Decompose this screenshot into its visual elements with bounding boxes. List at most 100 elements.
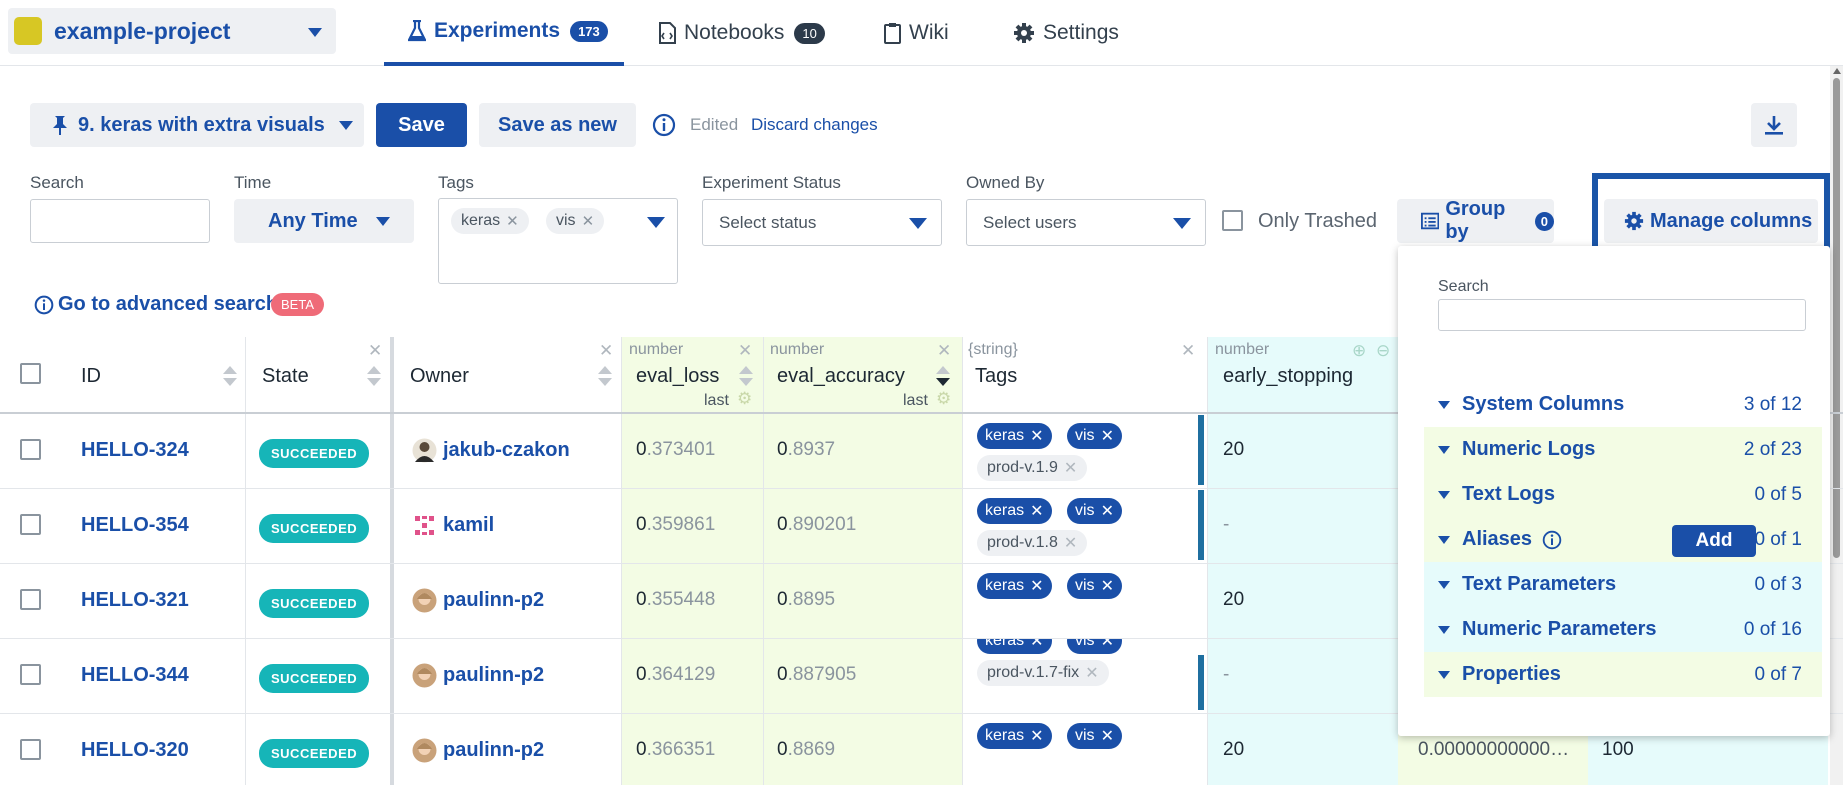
- sort-arrows-icon[interactable]: [738, 365, 754, 387]
- tab-wiki[interactable]: Wiki: [884, 0, 949, 66]
- remove-column-icon[interactable]: ✕: [937, 341, 951, 361]
- header-state[interactable]: State: [262, 365, 309, 388]
- tag-filter-chip[interactable]: vis ✕: [546, 208, 605, 234]
- column-group-properties[interactable]: Properties 0 of 7: [1424, 652, 1822, 697]
- tag-filter-chip[interactable]: keras ✕: [451, 208, 529, 234]
- header-eval-loss[interactable]: eval_loss: [636, 365, 719, 388]
- column-group-text-logs[interactable]: Text Logs 0 of 5: [1424, 472, 1822, 517]
- remove-column-icon[interactable]: ✕: [1181, 341, 1195, 361]
- owner-link[interactable]: kamil: [443, 514, 494, 537]
- row-checkbox[interactable]: [20, 514, 41, 535]
- sort-arrows-icon[interactable]: [366, 365, 382, 387]
- add-alias-button[interactable]: Add: [1672, 525, 1756, 557]
- info-icon[interactable]: [1542, 530, 1562, 550]
- column-group-system[interactable]: System Columns 3 of 12: [1424, 382, 1822, 427]
- remove-tag-icon[interactable]: ✕: [582, 212, 595, 230]
- header-id[interactable]: ID: [81, 365, 101, 388]
- row-checkbox[interactable]: [20, 439, 41, 460]
- owner-select[interactable]: Select users: [966, 199, 1206, 246]
- add-column-icon[interactable]: ⊕: [1352, 341, 1366, 361]
- header-early-stopping[interactable]: early_stopping: [1223, 365, 1353, 388]
- advanced-search-link[interactable]: Go to advanced search: [34, 293, 278, 316]
- scroll-up-arrow-icon[interactable]: [1833, 68, 1841, 74]
- row-checkbox[interactable]: [20, 739, 41, 760]
- search-input[interactable]: [30, 199, 210, 243]
- experiment-id-link[interactable]: HELLO-321: [81, 589, 189, 612]
- column-group-text-parameters[interactable]: Text Parameters 0 of 3: [1424, 562, 1822, 607]
- tag-chip[interactable]: vis ✕: [1067, 423, 1122, 449]
- remove-column-icon[interactable]: ✕: [599, 341, 613, 361]
- remove-tag-icon[interactable]: ✕: [1030, 726, 1043, 746]
- status-select[interactable]: Select status: [702, 199, 942, 246]
- remove-column-icon[interactable]: ✕: [738, 341, 752, 361]
- experiment-id-link[interactable]: HELLO-320: [81, 739, 189, 762]
- tag-chip[interactable]: keras ✕: [977, 423, 1052, 449]
- download-button[interactable]: [1751, 103, 1797, 147]
- tag-chip[interactable]: keras ✕: [977, 723, 1052, 749]
- column-group-numeric-parameters[interactable]: Numeric Parameters 0 of 16: [1424, 607, 1822, 652]
- tag-chip[interactable]: keras ✕: [977, 639, 1052, 654]
- remove-tag-icon[interactable]: ✕: [1030, 576, 1043, 596]
- aggregation-label[interactable]: last: [704, 392, 729, 410]
- sort-arrows-icon[interactable]: [597, 365, 613, 387]
- tags-filter-input[interactable]: keras ✕ vis ✕: [438, 198, 678, 284]
- project-selector[interactable]: example-project: [8, 8, 336, 54]
- column-settings-gear-icon[interactable]: ⚙: [936, 389, 951, 409]
- tab-settings[interactable]: Settings: [1013, 0, 1119, 66]
- collapse-column-icon[interactable]: ⊖: [1376, 341, 1390, 361]
- tab-notebooks[interactable]: Notebooks 10: [658, 0, 825, 66]
- experiment-id-link[interactable]: HELLO-354: [81, 514, 189, 537]
- row-checkbox[interactable]: [20, 589, 41, 610]
- group-by-button[interactable]: Group by 0: [1397, 198, 1554, 243]
- tags-cell-scroll[interactable]: keras ✕ vis ✕ prod-v.1.7-fix ✕: [963, 639, 1207, 712]
- tag-chip[interactable]: vis ✕: [1067, 498, 1122, 524]
- sort-arrows-icon[interactable]: [222, 365, 238, 387]
- tag-chip[interactable]: vis ✕: [1067, 723, 1122, 749]
- remove-tag-icon[interactable]: ✕: [1101, 501, 1114, 521]
- info-icon[interactable]: [652, 113, 676, 137]
- remove-tag-icon[interactable]: ✕: [1064, 458, 1077, 478]
- remove-tag-icon[interactable]: ✕: [1030, 639, 1043, 651]
- remove-column-icon[interactable]: ✕: [368, 341, 382, 361]
- only-trashed-checkbox[interactable]: [1222, 210, 1243, 231]
- remove-tag-icon[interactable]: ✕: [1030, 501, 1043, 521]
- time-select[interactable]: Any Time: [234, 199, 414, 243]
- header-owner[interactable]: Owner: [410, 365, 469, 388]
- discard-changes-link[interactable]: Discard changes: [751, 115, 878, 135]
- remove-tag-icon[interactable]: ✕: [1101, 576, 1114, 596]
- owner-link[interactable]: paulinn-p2: [443, 739, 544, 762]
- header-eval-accuracy[interactable]: eval_accuracy: [777, 365, 905, 388]
- remove-tag-icon[interactable]: ✕: [1101, 639, 1114, 651]
- save-view-button[interactable]: Save: [376, 103, 467, 147]
- tag-chip[interactable]: vis ✕: [1067, 573, 1122, 599]
- tag-chip[interactable]: prod-v.1.8 ✕: [977, 530, 1088, 556]
- saved-view-selector[interactable]: 9. keras with extra visuals: [30, 103, 364, 147]
- manage-columns-button[interactable]: Manage columns: [1604, 199, 1818, 243]
- owner-link[interactable]: paulinn-p2: [443, 664, 544, 687]
- remove-tag-icon[interactable]: ✕: [1101, 726, 1114, 746]
- tag-chip[interactable]: prod-v.1.7-fix ✕: [977, 660, 1109, 686]
- select-all-checkbox[interactable]: [20, 363, 41, 384]
- remove-tag-icon[interactable]: ✕: [1030, 426, 1043, 446]
- tag-chip[interactable]: keras ✕: [977, 573, 1052, 599]
- remove-tag-icon[interactable]: ✕: [506, 212, 519, 230]
- save-as-new-button[interactable]: Save as new: [479, 103, 636, 147]
- remove-tag-icon[interactable]: ✕: [1085, 663, 1098, 683]
- remove-tag-icon[interactable]: ✕: [1101, 426, 1114, 446]
- column-search-input[interactable]: [1438, 299, 1806, 331]
- owner-link[interactable]: paulinn-p2: [443, 589, 544, 612]
- remove-tag-icon[interactable]: ✕: [1064, 533, 1077, 553]
- experiment-id-link[interactable]: HELLO-324: [81, 439, 189, 462]
- column-settings-gear-icon[interactable]: ⚙: [737, 389, 752, 409]
- tab-experiments[interactable]: Experiments 173: [384, 0, 624, 66]
- tag-chip[interactable]: vis ✕: [1067, 639, 1122, 654]
- chevron-down-icon[interactable]: [647, 217, 665, 228]
- header-tags[interactable]: Tags: [975, 365, 1017, 388]
- tag-chip[interactable]: keras ✕: [977, 498, 1052, 524]
- aggregation-label[interactable]: last: [903, 392, 928, 410]
- column-group-aliases[interactable]: Aliases Add 0 of 1: [1424, 517, 1822, 562]
- sort-desc-active-icon[interactable]: [935, 365, 951, 387]
- tag-chip[interactable]: prod-v.1.9 ✕: [977, 455, 1088, 481]
- experiment-id-link[interactable]: HELLO-344: [81, 664, 189, 687]
- column-group-numeric-logs[interactable]: Numeric Logs 2 of 23: [1424, 427, 1822, 472]
